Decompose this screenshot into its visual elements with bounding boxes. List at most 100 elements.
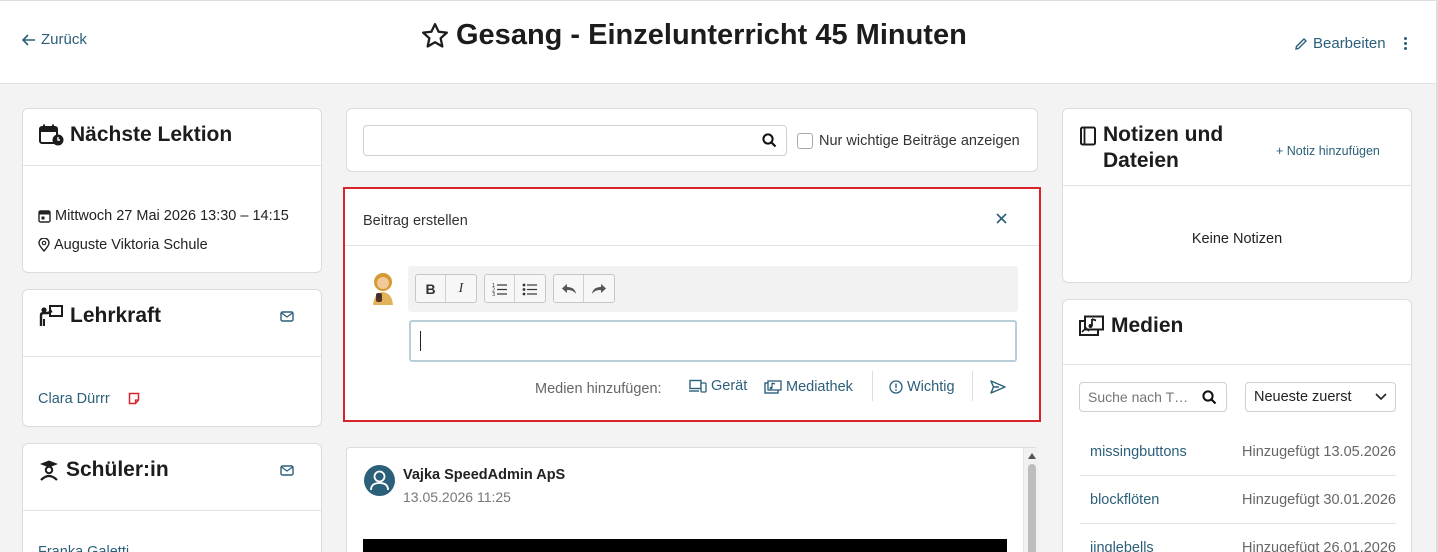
feed-search-input[interactable] (364, 126, 744, 155)
arrow-left-icon (22, 33, 35, 46)
format-group: B I (415, 274, 477, 303)
editor-toolbar: B I 123 (408, 266, 1018, 312)
media-search-input[interactable] (1080, 383, 1198, 411)
mail-icon[interactable] (280, 465, 294, 476)
post-media-video[interactable] (363, 539, 1007, 552)
students-card: Schüler:in Franka Galetti (22, 443, 322, 552)
back-label: Zurück (41, 31, 87, 48)
page-title-text: Gesang - Einzelunterricht 45 Minuten (456, 19, 967, 51)
scroll-thumb[interactable] (1027, 464, 1036, 552)
mark-important-button[interactable]: Wichtig (889, 379, 955, 395)
undo-button[interactable] (554, 275, 584, 302)
chevron-down-icon (1375, 393, 1387, 401)
redo-button[interactable] (584, 275, 614, 302)
numbered-list-button[interactable]: 123 (485, 275, 515, 302)
lesson-location: Auguste Viktoria Schule (38, 237, 208, 253)
feed-search-field[interactable] (363, 125, 787, 156)
media-library-icon (764, 380, 782, 394)
bullet-list-button[interactable] (515, 275, 545, 302)
student-name-link[interactable]: Franka Galetti (38, 544, 129, 552)
history-group (553, 274, 615, 303)
post-card: Vajka SpeedAdmin ApS 13.05.2026 11:25 (346, 447, 1039, 552)
bold-button[interactable]: B (416, 275, 446, 302)
teacher-board-icon (39, 305, 63, 326)
student-icon (40, 460, 58, 481)
divider (872, 371, 873, 401)
teacher-title: Lehrkraft (70, 304, 162, 327)
add-note-button[interactable]: + Notiz hinzufügen (1276, 144, 1380, 158)
media-item-date: Hinzugefügt 30.01.2026 (1242, 491, 1396, 508)
media-heading: Medien (1079, 314, 1183, 338)
only-important-checkbox[interactable]: Nur wichtige Beiträge anzeigen (797, 133, 1020, 149)
media-sort-select[interactable]: Neueste zuerst (1245, 382, 1396, 412)
lesson-datetime-text: Mittwoch 27 Mai 2026 13:30 – 14:15 (55, 208, 289, 224)
create-post-panel: Beitrag erstellen B I 123 Medien hinzufü… (343, 187, 1041, 422)
edit-label: Bearbeiten (1313, 35, 1386, 52)
media-list-item[interactable]: jinglebells Hinzugefügt 26.01.2026 (1080, 524, 1396, 552)
post-scrollbar[interactable] (1023, 448, 1039, 552)
divider (1063, 185, 1411, 186)
more-options-icon[interactable] (1400, 37, 1410, 53)
only-important-label: Nur wichtige Beiträge anzeigen (819, 133, 1020, 149)
list-group: 123 (484, 274, 546, 303)
media-item-name[interactable]: blockflöten (1080, 492, 1159, 508)
devices-icon (689, 379, 707, 393)
next-lesson-title: Nächste Lektion (70, 123, 233, 146)
no-notes-message: Keine Notizen (1191, 231, 1283, 247)
redo-icon (592, 283, 606, 294)
media-title: Medien (1111, 314, 1184, 337)
search-icon[interactable] (1202, 390, 1217, 405)
location-pin-icon (38, 238, 50, 252)
close-icon[interactable] (996, 213, 1007, 224)
send-icon[interactable] (990, 380, 1006, 394)
teacher-heading: Lehrkraft (38, 304, 161, 328)
star-icon[interactable] (420, 21, 450, 51)
mail-icon[interactable] (280, 311, 294, 322)
device-label: Gerät (711, 378, 748, 394)
library-label: Mediathek (786, 379, 853, 395)
media-list-item[interactable]: missingbuttons Hinzugefügt 13.05.2026 (1080, 428, 1396, 476)
next-lesson-heading: Nächste Lektion (38, 123, 232, 147)
media-item-date: Hinzugefügt 26.01.2026 (1242, 540, 1396, 552)
lesson-datetime: Mittwoch 27 Mai 2026 13:30 – 14:15 (38, 208, 289, 224)
teacher-name-link[interactable]: Clara Dürrr (38, 391, 110, 407)
checkbox-box[interactable] (797, 133, 813, 149)
media-list-item[interactable]: blockflöten Hinzugefügt 30.01.2026 (1080, 476, 1396, 524)
italic-button[interactable]: I (446, 275, 476, 302)
add-media-label: Medien hinzufügen: (535, 381, 662, 397)
text-caret (420, 331, 421, 351)
divider (972, 371, 973, 401)
media-library-icon (1079, 315, 1104, 336)
notes-title: Notizen und Dateien (1103, 123, 1224, 172)
edit-button[interactable]: Bearbeiten (1294, 35, 1386, 52)
back-link[interactable]: Zurück (22, 31, 87, 48)
media-search-field[interactable] (1079, 382, 1227, 412)
add-from-library-button[interactable]: Mediathek (764, 379, 853, 395)
sort-selected-label: Neueste zuerst (1254, 389, 1352, 405)
user-avatar (373, 273, 393, 305)
teacher-card: Lehrkraft Clara Dürrr (22, 289, 322, 427)
calendar-icon (38, 210, 51, 223)
divider (1063, 364, 1411, 365)
notes-heading: Notizen und Dateien (1079, 122, 1249, 174)
media-item-date: Hinzugefügt 13.05.2026 (1242, 443, 1396, 460)
post-author: Vajka SpeedAdmin ApS (403, 467, 566, 483)
search-icon[interactable] (762, 133, 777, 148)
important-label: Wichtig (907, 379, 955, 395)
exclamation-circle-icon (889, 380, 903, 394)
bullet-list-icon (522, 283, 537, 295)
create-post-title: Beitrag erstellen (363, 213, 468, 229)
note-icon[interactable] (128, 392, 140, 405)
media-item-name[interactable]: jinglebells (1080, 540, 1154, 552)
add-from-device-button[interactable]: Gerät (689, 378, 747, 394)
scroll-up-arrow[interactable] (1027, 453, 1036, 459)
students-heading: Schüler:in (38, 458, 169, 482)
divider (23, 510, 321, 511)
divider (345, 245, 1039, 246)
notes-card: Notizen und Dateien + Notiz hinzufügen K… (1062, 108, 1412, 283)
page-title: Gesang - Einzelunterricht 45 Minuten (420, 19, 967, 52)
post-timestamp: 13.05.2026 11:25 (403, 489, 511, 505)
post-text-editor[interactable] (409, 320, 1017, 362)
media-item-name[interactable]: missingbuttons (1080, 444, 1187, 460)
students-title: Schüler:in (66, 458, 169, 481)
